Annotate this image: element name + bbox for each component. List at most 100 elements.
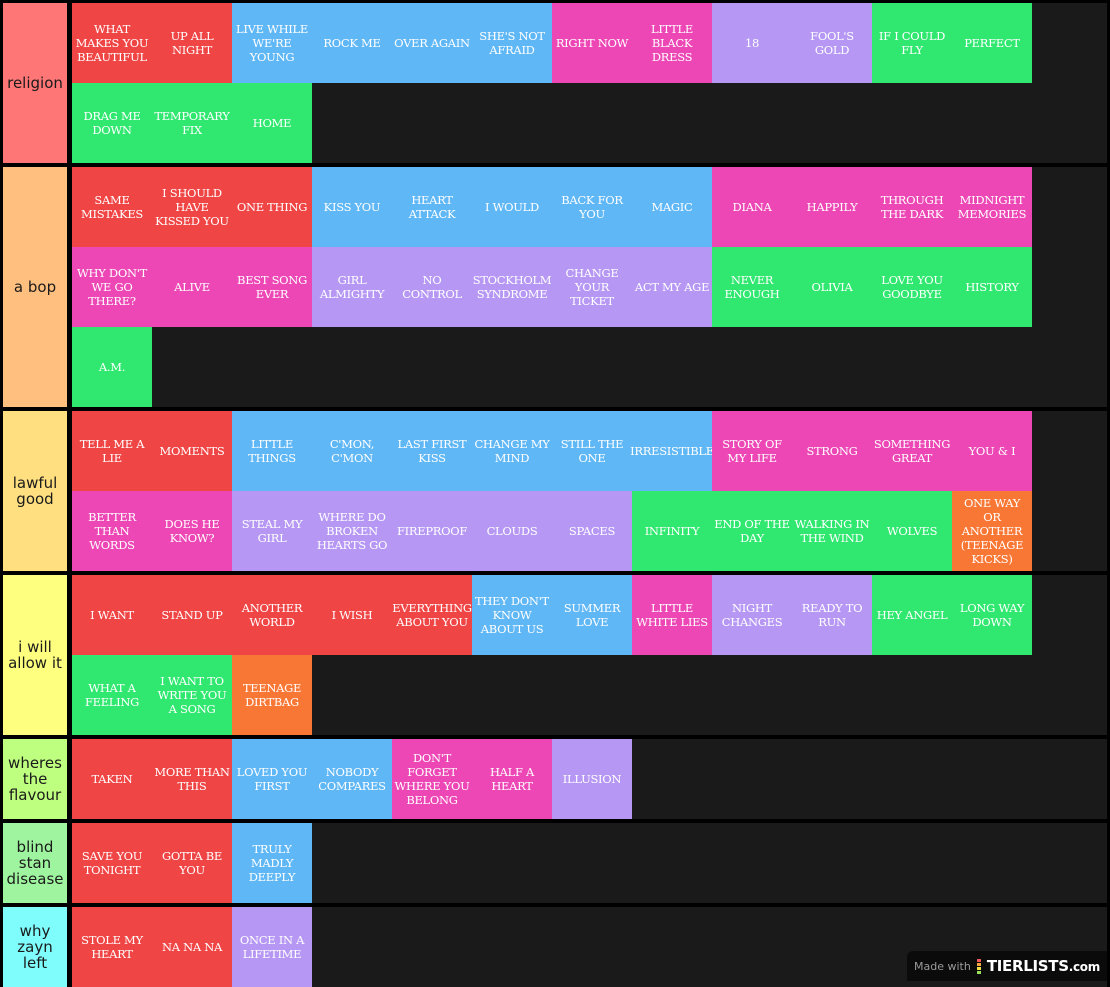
song-tile[interactable]: STOCKHOLM SYNDROME xyxy=(472,247,552,327)
song-tile[interactable]: FIREPROOF xyxy=(392,491,472,571)
song-tile[interactable]: RIGHT NOW xyxy=(552,3,632,83)
song-tile[interactable]: IF I COULD FLY xyxy=(872,3,952,83)
song-tile[interactable]: FOOL'S GOLD xyxy=(792,3,872,83)
song-tile[interactable]: TAKEN xyxy=(72,739,152,819)
song-tile[interactable]: STEAL MY GIRL xyxy=(232,491,312,571)
song-tile[interactable]: TEENAGE DIRTBAG xyxy=(232,655,312,735)
tier-label[interactable]: blind stan disease xyxy=(3,823,67,903)
song-tile[interactable]: MOMENTS xyxy=(152,411,232,491)
song-tile[interactable]: A.M. xyxy=(72,327,152,407)
song-tile[interactable]: ONE THING xyxy=(232,167,312,247)
song-tile[interactable]: DRAG ME DOWN xyxy=(72,83,152,163)
song-tile[interactable]: WHAT A FEELING xyxy=(72,655,152,735)
tier-label[interactable]: lawful good xyxy=(3,411,67,571)
song-tile[interactable]: ANOTHER WORLD xyxy=(232,575,312,655)
song-tile[interactable]: WALKING IN THE WIND xyxy=(792,491,872,571)
song-tile[interactable]: MIDNIGHT MEMORIES xyxy=(952,167,1032,247)
song-tile[interactable]: 18 xyxy=(712,3,792,83)
song-tile[interactable]: MAGIC xyxy=(632,167,712,247)
song-tile[interactable]: ROCK ME xyxy=(312,3,392,83)
song-tile[interactable]: I WISH xyxy=(312,575,392,655)
tier-label[interactable]: i will allow it xyxy=(3,575,67,735)
song-tile[interactable]: SHE'S NOT AFRAID xyxy=(472,3,552,83)
song-tile[interactable]: LAST FIRST KISS xyxy=(392,411,472,491)
song-tile[interactable]: PERFECT xyxy=(952,3,1032,83)
song-tile[interactable]: DON'T FORGET WHERE YOU BELONG xyxy=(392,739,472,819)
song-tile[interactable]: MORE THAN THIS xyxy=(152,739,232,819)
song-tile[interactable]: GOTTA BE YOU xyxy=(152,823,232,903)
tier-label[interactable]: wheres the flavour xyxy=(3,739,67,819)
song-tile[interactable]: NOBODY COMPARES xyxy=(312,739,392,819)
song-tile[interactable]: I SHOULD HAVE KISSED YOU xyxy=(152,167,232,247)
song-tile[interactable]: TEMPORARY FIX xyxy=(152,83,232,163)
tier-items-dropzone[interactable]: TAKEN MORE THAN THIS LOVED YOU FIRST NOBODY… xyxy=(72,739,1107,819)
song-tile[interactable]: HEY ANGEL xyxy=(872,575,952,655)
song-tile[interactable]: LITTLE BLACK DRESS xyxy=(632,3,712,83)
song-tile[interactable]: SOMETHING GREAT xyxy=(872,411,952,491)
song-tile[interactable]: LITTLE WHITE LIES xyxy=(632,575,712,655)
song-tile[interactable]: NIGHT CHANGES xyxy=(712,575,792,655)
tier-label[interactable]: a bop xyxy=(3,167,67,407)
song-tile[interactable]: ILLUSION xyxy=(552,739,632,819)
song-tile[interactable]: DIANA xyxy=(712,167,792,247)
song-tile[interactable]: I WANT xyxy=(72,575,152,655)
song-tile[interactable]: LOVED YOU FIRST xyxy=(232,739,312,819)
song-tile[interactable]: THROUGH THE DARK xyxy=(872,167,952,247)
song-tile[interactable]: KISS YOU xyxy=(312,167,392,247)
song-tile[interactable]: WHY DON'T WE GO THERE? xyxy=(72,247,152,327)
song-tile[interactable]: END OF THE DAY xyxy=(712,491,792,571)
song-tile[interactable]: INFINITY xyxy=(632,491,712,571)
tierlists-watermark[interactable]: Made with TIERLISTS.com xyxy=(907,951,1107,981)
tier-items-dropzone[interactable]: WHAT MAKES YOU BEAUTIFUL UP ALL NIGHT LIVE… xyxy=(72,3,1107,163)
song-tile[interactable]: IRRESISTIBLE xyxy=(630,411,714,491)
song-tile[interactable]: I WANT TO WRITE YOU A SONG xyxy=(152,655,232,735)
song-tile[interactable]: ONCE IN A LIFETIME xyxy=(232,907,312,987)
song-tile[interactable]: STILL THE ONE xyxy=(552,411,632,491)
song-tile[interactable]: SUMMER LOVE xyxy=(552,575,632,655)
song-tile[interactable]: SAVE YOU TONIGHT xyxy=(72,823,152,903)
song-tile[interactable]: HALF A HEART xyxy=(472,739,552,819)
song-tile[interactable]: I WOULD xyxy=(472,167,552,247)
song-tile[interactable]: CHANGE YOUR TICKET xyxy=(552,247,632,327)
tier-items-dropzone[interactable]: I WANT STAND UP ANOTHER WORLD I WISH EVERYTH… xyxy=(72,575,1107,735)
song-tile[interactable]: CLOUDS xyxy=(472,491,552,571)
song-tile[interactable]: NO CONTROL xyxy=(392,247,472,327)
song-tile[interactable]: EVERYTHING ABOUT YOU xyxy=(392,575,472,655)
song-tile[interactable]: STAND UP xyxy=(152,575,232,655)
song-tile[interactable]: HOME xyxy=(232,83,312,163)
song-tile[interactable]: HEART ATTACK xyxy=(392,167,472,247)
song-tile[interactable]: LIVE WHILE WE'RE YOUNG xyxy=(232,3,312,83)
song-tile[interactable]: SAME MISTAKES xyxy=(72,167,152,247)
song-tile[interactable]: STORY OF MY LIFE xyxy=(712,411,792,491)
song-tile[interactable]: LOVE YOU GOODBYE xyxy=(872,247,952,327)
song-tile[interactable]: CHANGE MY MIND xyxy=(472,411,552,491)
song-tile[interactable]: WHAT MAKES YOU BEAUTIFUL xyxy=(72,3,152,83)
tier-label[interactable]: why zayn left xyxy=(3,907,67,987)
song-tile[interactable]: HISTORY xyxy=(952,247,1032,327)
song-tile[interactable]: OLIVIA xyxy=(792,247,872,327)
song-tile[interactable]: TRULY MADLY DEEPLY xyxy=(232,823,312,903)
song-tile[interactable]: GIRL ALMIGHTY xyxy=(312,247,392,327)
song-tile[interactable]: ALIVE xyxy=(152,247,232,327)
song-tile[interactable]: NA NA NA xyxy=(152,907,232,987)
song-tile[interactable]: STOLE MY HEART xyxy=(72,907,152,987)
song-tile[interactable]: OVER AGAIN xyxy=(392,3,472,83)
song-tile[interactable]: YOU & I xyxy=(952,411,1032,491)
tier-label[interactable]: religion xyxy=(3,3,67,163)
song-tile[interactable]: C'MON, C'MON xyxy=(312,411,392,491)
song-tile[interactable]: SPACES xyxy=(552,491,632,571)
song-tile[interactable]: ACT MY AGE xyxy=(632,247,712,327)
song-tile[interactable]: THEY DON'T KNOW ABOUT US xyxy=(472,575,552,655)
song-tile[interactable]: HAPPILY xyxy=(792,167,872,247)
song-tile[interactable]: UP ALL NIGHT xyxy=(152,3,232,83)
tier-items-dropzone[interactable]: SAME MISTAKES I SHOULD HAVE KISSED YOU ONE… xyxy=(72,167,1107,407)
song-tile[interactable]: READY TO RUN xyxy=(792,575,872,655)
song-tile[interactable]: STRONG xyxy=(792,411,872,491)
song-tile[interactable]: WOLVES xyxy=(872,491,952,571)
song-tile[interactable]: TELL ME A LIE xyxy=(72,411,152,491)
song-tile[interactable]: LITTLE THINGS xyxy=(232,411,312,491)
song-tile[interactable]: DOES HE KNOW? xyxy=(152,491,232,571)
song-tile[interactable]: BACK FOR YOU xyxy=(552,167,632,247)
tier-items-dropzone[interactable]: SAVE YOU TONIGHT GOTTA BE YOU TRULY MADLY … xyxy=(72,823,1107,903)
tier-items-dropzone[interactable]: TELL ME A LIE MOMENTS LITTLE THINGS C'MON, … xyxy=(72,411,1107,571)
